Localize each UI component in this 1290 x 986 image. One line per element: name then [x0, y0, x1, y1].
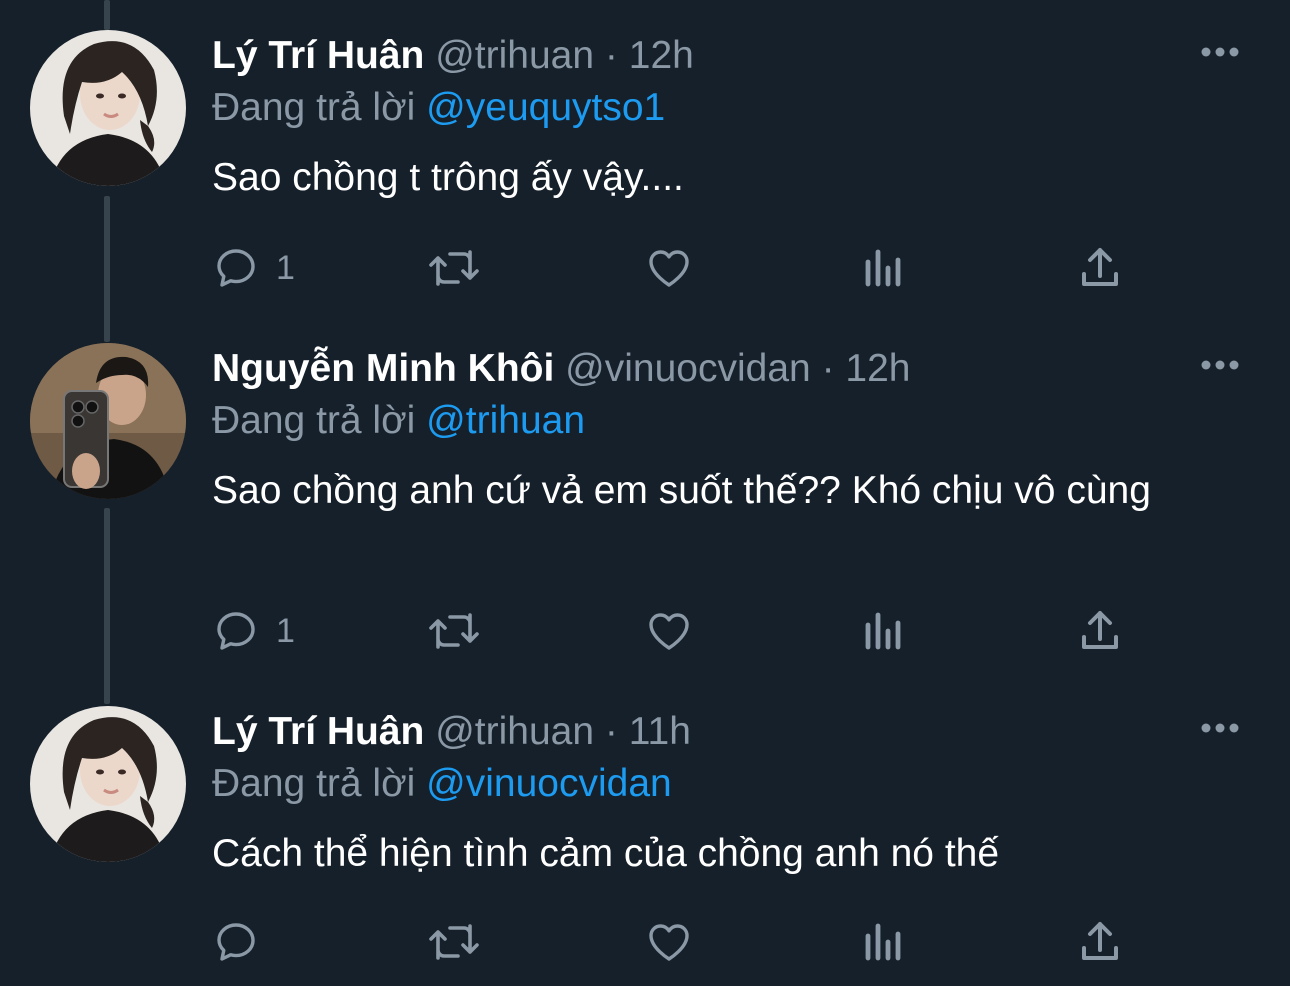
separator-dot: ·: [604, 34, 618, 77]
reply-mention-link[interactable]: @vinuocvidan: [426, 762, 672, 805]
like-icon: [644, 607, 694, 655]
analytics-button[interactable]: [862, 917, 906, 967]
analytics-button[interactable]: [862, 606, 906, 656]
share-button[interactable]: [1078, 917, 1122, 967]
like-button[interactable]: [644, 243, 694, 293]
separator-dot: ·: [604, 710, 618, 753]
analytics-icon: [862, 607, 906, 655]
retweet-button[interactable]: [426, 243, 482, 293]
tweet-text: Sao chồng t trông ấy vậy....: [212, 156, 684, 199]
reply-prefix: Đang trả lời: [212, 86, 416, 129]
retweet-button[interactable]: [426, 917, 482, 967]
reply-button[interactable]: [212, 917, 260, 967]
avatar[interactable]: [30, 343, 186, 499]
analytics-icon: [862, 918, 906, 966]
thread-line-top: [104, 0, 110, 30]
reply-icon: [212, 244, 260, 292]
analytics-button[interactable]: [862, 243, 906, 293]
tweet-text: Sao chồng anh cứ vả em suốt thế?? Khó ch…: [212, 469, 1151, 512]
tweet-text: Cách thể hiện tình cảm của chồng anh nó …: [212, 832, 1000, 875]
share-icon: [1078, 607, 1122, 655]
timestamp[interactable]: 11h: [629, 710, 691, 753]
more-options-icon[interactable]: [1200, 42, 1240, 62]
separator-dot: ·: [821, 347, 835, 390]
like-button[interactable]: [644, 917, 694, 967]
reply-count: 1: [276, 612, 295, 650]
reply-mention-link[interactable]: @yeuquytso1: [426, 86, 665, 129]
tweet-actions: 1: [212, 243, 1132, 293]
thread-line-2: [104, 508, 110, 704]
timestamp[interactable]: 12h: [629, 34, 694, 77]
reply-icon: [212, 607, 260, 655]
thread-line-1: [104, 196, 110, 342]
retweet-icon: [426, 607, 482, 655]
retweet-button[interactable]: [426, 606, 482, 656]
like-icon: [644, 244, 694, 292]
share-icon: [1078, 244, 1122, 292]
display-name[interactable]: Lý Trí Huân: [212, 710, 424, 753]
share-button[interactable]: [1078, 606, 1122, 656]
reply-prefix: Đang trả lời: [212, 762, 416, 805]
display-name[interactable]: Nguyễn Minh Khôi: [212, 347, 554, 390]
like-button[interactable]: [644, 606, 694, 656]
more-options-icon[interactable]: [1200, 718, 1240, 738]
timestamp[interactable]: 12h: [845, 347, 910, 390]
reply-icon: [212, 918, 260, 966]
like-icon: [644, 918, 694, 966]
retweet-icon: [426, 244, 482, 292]
reply-mention-link[interactable]: @trihuan: [426, 399, 585, 442]
reply-button[interactable]: 1: [212, 606, 295, 656]
user-handle[interactable]: @vinuocvidan: [565, 347, 811, 390]
avatar[interactable]: [30, 30, 186, 186]
avatar[interactable]: [30, 706, 186, 862]
more-options-icon[interactable]: [1200, 355, 1240, 375]
reply-prefix: Đang trả lời: [212, 399, 416, 442]
reply-button[interactable]: 1: [212, 243, 295, 293]
reply-count: 1: [276, 249, 295, 287]
user-handle[interactable]: @trihuan: [435, 34, 594, 77]
tweet-actions: 1: [212, 606, 1132, 656]
retweet-icon: [426, 918, 482, 966]
tweet-actions: [212, 917, 1132, 967]
analytics-icon: [862, 244, 906, 292]
display-name[interactable]: Lý Trí Huân: [212, 34, 424, 77]
user-handle[interactable]: @trihuan: [435, 710, 594, 753]
share-icon: [1078, 918, 1122, 966]
share-button[interactable]: [1078, 243, 1122, 293]
